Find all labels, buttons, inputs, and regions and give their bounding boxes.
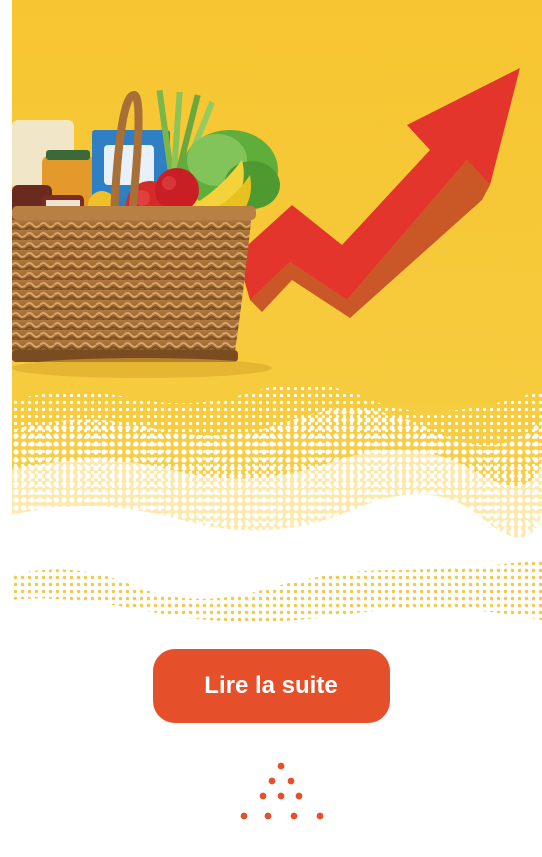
cta-container: Lire la suite [0,649,542,723]
grocery-basket-price-increase-image [12,0,542,640]
halftone-transition [12,384,542,640]
dotted-triangle-icon [240,762,324,820]
page: Lire la suite [0,0,542,857]
read-more-button[interactable]: Lire la suite [152,649,390,723]
hero-image [12,0,542,640]
